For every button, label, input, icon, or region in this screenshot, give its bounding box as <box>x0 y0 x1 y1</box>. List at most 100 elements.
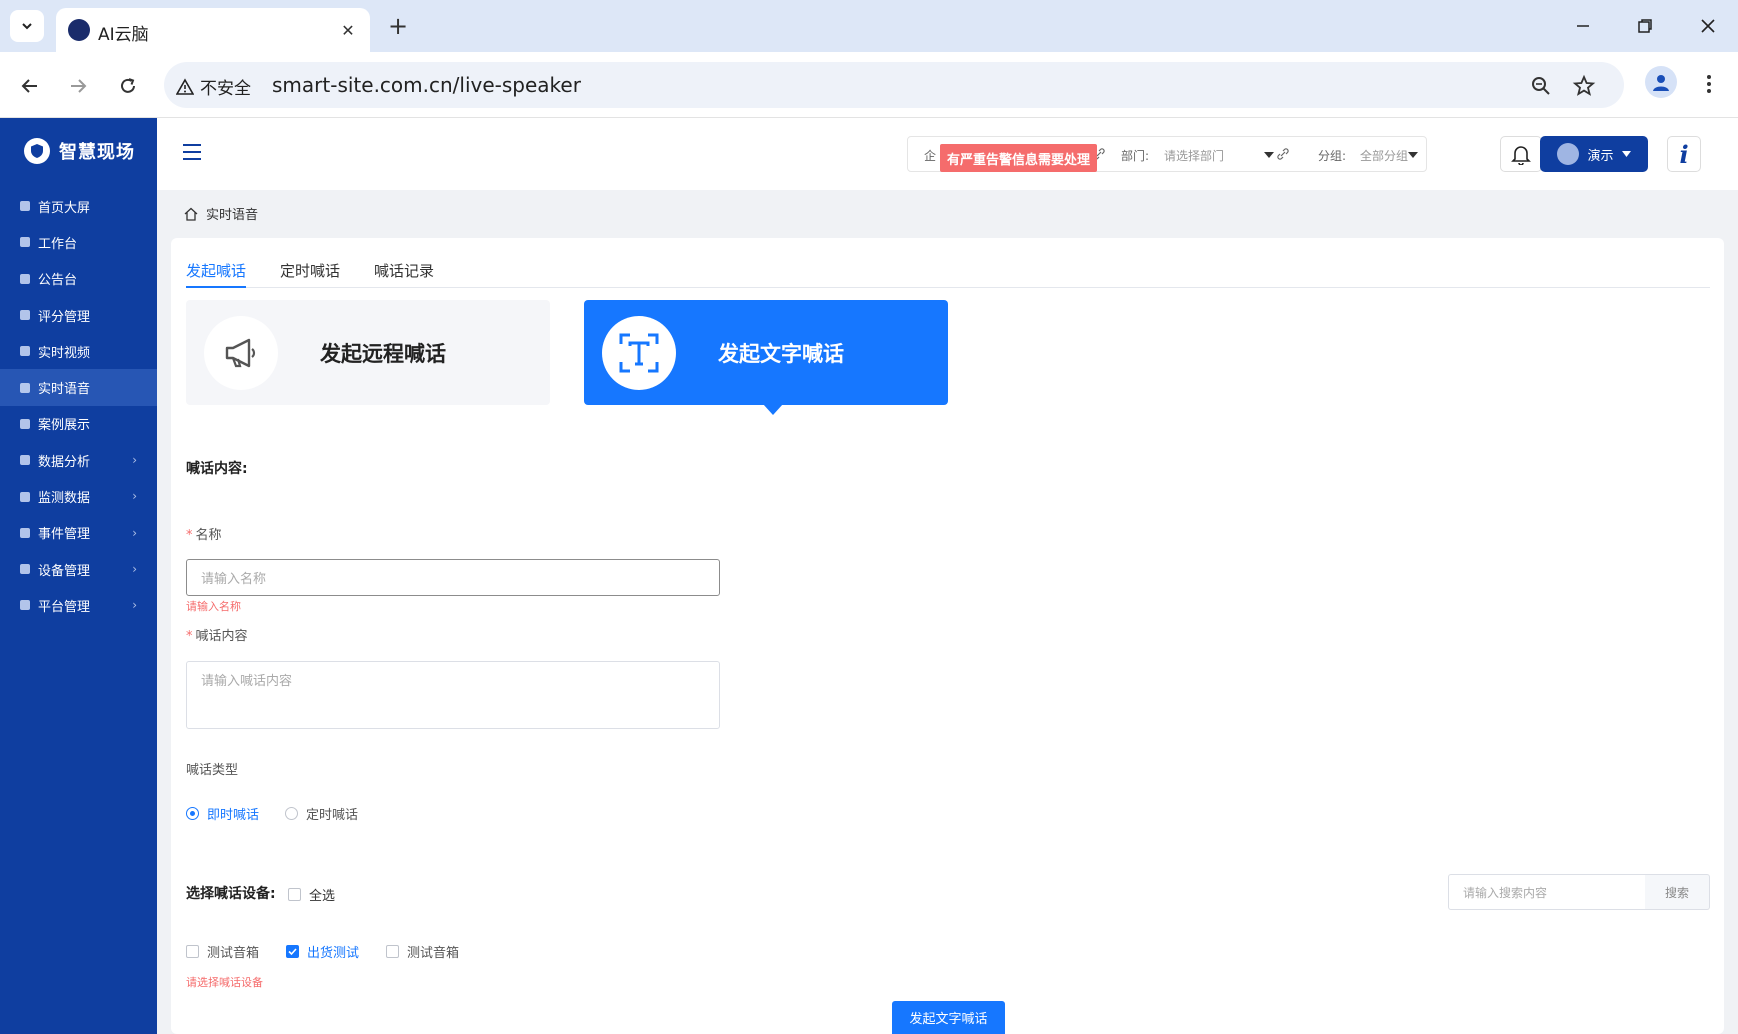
alert-banner[interactable]: 有严重告警信息需要处理 <box>940 144 1097 172</box>
url-text[interactable]: smart-site.com.cn/live-speaker <box>272 73 581 97</box>
tab-start-broadcast[interactable]: 发起喊话 <box>186 260 247 288</box>
company-selector[interactable]: 企 <box>924 147 936 164</box>
sidebar-item-platform[interactable]: 平台管理 › <box>0 587 157 623</box>
device-checkbox[interactable]: 测试音箱 <box>186 942 259 961</box>
arrow-left-icon <box>21 79 37 93</box>
link-icon <box>1277 148 1289 160</box>
sidebar: 智慧现场 首页大屏 工作台 公告台 评分管理 实时视频 实时语音 案例展示 数据… <box>0 118 157 1034</box>
notice-icon <box>20 273 30 284</box>
sidebar-item-live-voice[interactable]: 实时语音 <box>0 369 157 406</box>
device-checkbox[interactable]: 出货测试 <box>286 942 359 961</box>
remote-broadcast-button[interactable]: 发起远程喊话 <box>186 300 550 405</box>
zoom-icon[interactable] <box>1529 74 1553 98</box>
tab-broadcast-records[interactable]: 喊话记录 <box>374 260 434 288</box>
close-window-button[interactable] <box>1688 10 1728 42</box>
browser-menu-button[interactable] <box>1695 68 1723 100</box>
caret-down-icon[interactable] <box>1408 151 1418 159</box>
required-mark: * <box>186 528 193 543</box>
text-broadcast-button[interactable]: 发起文字喊话 <box>584 300 948 405</box>
checkbox-box <box>286 945 299 958</box>
reload-button[interactable] <box>110 68 146 104</box>
checkbox-box <box>386 945 399 958</box>
chevron-right-icon: › <box>132 453 137 468</box>
dept-select[interactable]: 请选择部门 <box>1164 147 1224 164</box>
select-all-checkbox[interactable]: 全选 <box>288 885 335 904</box>
sidebar-item-analytics[interactable]: 数据分析 › <box>0 442 157 478</box>
breadcrumb: 实时语音 <box>184 204 258 223</box>
sidebar-item-label: 监测数据 <box>38 491 91 507</box>
arrow-right-icon <box>71 79 87 93</box>
restore-icon <box>1638 19 1652 33</box>
radio-instant[interactable]: 即时喊话 <box>186 804 259 823</box>
browser-tab[interactable]: AI云脑 ✕ <box>56 8 370 52</box>
device-search-button[interactable]: 搜索 <box>1645 874 1710 910</box>
tab-title: AI云脑 <box>98 25 149 45</box>
browser-toolbar: 不安全 smart-site.com.cn/live-speaker <box>0 52 1738 118</box>
menu-toggle-icon[interactable] <box>183 144 201 160</box>
checkbox-label: 测试音箱 <box>207 946 260 961</box>
sidebar-menu: 首页大屏 工作台 公告台 评分管理 实时视频 实时语音 案例展示 数据分析 › 监… <box>0 188 157 624</box>
sidebar-item-devices[interactable]: 设备管理 › <box>0 551 157 587</box>
voice-icon <box>20 382 30 393</box>
sidebar-item-live-video[interactable]: 实时视频 <box>0 333 157 369</box>
avatar <box>1557 143 1580 165</box>
dept-label: 部门: <box>1121 149 1150 163</box>
restore-button[interactable] <box>1625 10 1665 42</box>
megaphone-icon <box>204 315 278 390</box>
info-button[interactable]: i <box>1667 136 1701 172</box>
device-section-title: 选择喊话设备: <box>186 886 276 902</box>
name-label: * 名称 <box>186 528 222 543</box>
profile-button[interactable] <box>1645 66 1677 98</box>
user-name: 演示 <box>1587 148 1614 164</box>
info-icon: i <box>1679 139 1689 169</box>
radio-label: 定时喊话 <box>306 808 359 823</box>
sidebar-item-dashboard[interactable]: 首页大屏 <box>0 188 157 224</box>
sidebar-item-monitoring[interactable]: 监测数据 › <box>0 478 157 514</box>
caret-down-icon[interactable] <box>1264 151 1274 159</box>
submit-button[interactable]: 发起文字喊话 <box>892 1001 1005 1034</box>
scoring-icon <box>20 310 30 321</box>
group-select[interactable]: 全部分组 <box>1360 147 1408 164</box>
sidebar-item-workbench[interactable]: 工作台 <box>0 224 157 260</box>
sidebar-item-cases[interactable]: 案例展示 <box>0 406 157 442</box>
brand[interactable]: 智慧现场 <box>24 138 135 164</box>
close-icon <box>1701 19 1715 33</box>
address-bar[interactable]: 不安全 smart-site.com.cn/live-speaker <box>164 62 1624 108</box>
content-textarea[interactable]: 请输入喊话内容 <box>186 661 720 729</box>
active-mode-pointer <box>763 404 783 415</box>
checkbox-label: 测试音箱 <box>407 946 460 961</box>
sidebar-item-events[interactable]: 事件管理 › <box>0 515 157 551</box>
minimize-button[interactable] <box>1563 10 1603 42</box>
device-checkbox[interactable]: 测试音箱 <box>386 942 459 961</box>
platform-icon <box>20 600 30 611</box>
notification-button[interactable] <box>1500 136 1542 172</box>
new-tab-button[interactable]: + <box>384 12 412 40</box>
radio-scheduled[interactable]: 定时喊话 <box>285 804 358 823</box>
sidebar-item-label: 实时语音 <box>38 382 91 398</box>
bookmark-star-icon[interactable] <box>1572 74 1596 98</box>
close-tab-icon[interactable]: ✕ <box>336 18 360 42</box>
devices-icon <box>20 564 30 575</box>
warning-icon <box>176 77 194 95</box>
chevron-right-icon: › <box>132 561 137 576</box>
back-button[interactable] <box>12 68 48 104</box>
minimize-icon <box>1577 25 1589 27</box>
sidebar-item-scoring[interactable]: 评分管理 <box>0 297 157 333</box>
security-indicator[interactable]: 不安全 <box>176 74 251 99</box>
name-input[interactable]: 请输入名称 <box>186 559 720 596</box>
home-icon[interactable] <box>184 207 198 221</box>
sidebar-item-label: 设备管理 <box>38 563 91 579</box>
group-label: 分组: <box>1318 149 1347 163</box>
user-menu-button[interactable]: 演示 <box>1540 136 1648 172</box>
person-icon <box>1653 75 1669 91</box>
analytics-icon <box>20 455 30 466</box>
tab-list-button[interactable] <box>10 10 44 42</box>
text-broadcast-label: 发起文字喊话 <box>718 341 844 366</box>
brand-name: 智慧现场 <box>59 142 135 163</box>
sidebar-item-label: 评分管理 <box>38 309 91 325</box>
device-search-input[interactable]: 请输入搜索内容 <box>1448 874 1646 910</box>
forward-button[interactable] <box>60 68 96 104</box>
sidebar-item-notice[interactable]: 公告台 <box>0 261 157 297</box>
reload-icon <box>121 78 135 93</box>
tab-scheduled-broadcast[interactable]: 定时喊话 <box>280 260 340 288</box>
